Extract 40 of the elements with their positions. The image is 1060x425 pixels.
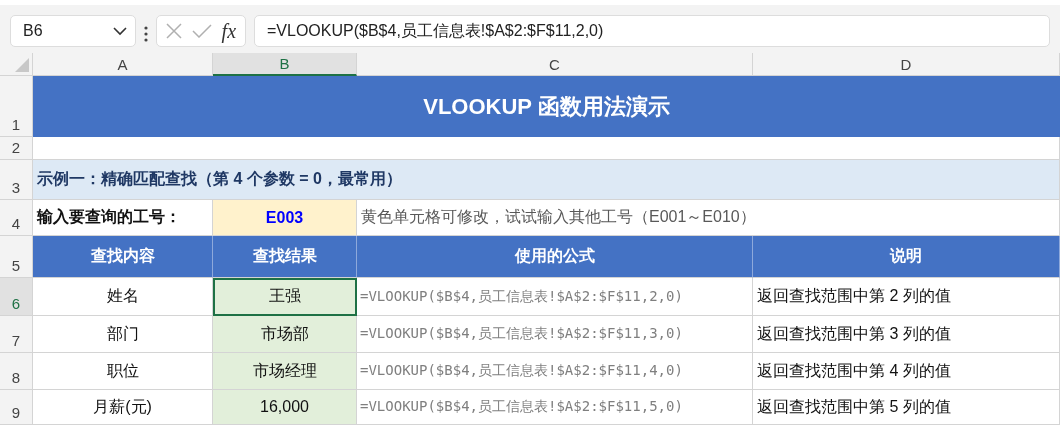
row-header[interactable]: 3	[0, 160, 33, 200]
table-cell: 返回查找范围中第 4 列的值	[753, 353, 1060, 390]
sheet-title: VLOOKUP 函数用法演示	[33, 76, 1060, 137]
column-header[interactable]: B	[213, 53, 357, 76]
cancel-icon[interactable]	[165, 23, 182, 39]
result-cell[interactable]: 王强	[213, 278, 357, 316]
result-cell[interactable]: 市场部	[213, 316, 357, 353]
table-cell: 返回查找范围中第 5 列的值	[753, 390, 1060, 425]
name-box[interactable]: B6	[10, 15, 136, 47]
formula-cell: =VLOOKUP($B$4,员工信息表!$A$2:$F$11,3,0)	[357, 316, 753, 353]
row-header[interactable]: 8	[0, 353, 33, 390]
more-options-icon[interactable]	[144, 26, 148, 42]
column-header[interactable]: A	[33, 53, 213, 76]
column-header[interactable]: D	[753, 53, 1060, 76]
column-header[interactable]: C	[357, 53, 753, 76]
table-cell: 返回查找范围中第 2 列的值	[753, 278, 1060, 316]
row-header[interactable]: 6	[0, 278, 33, 316]
table-header-cell: 说明	[753, 236, 1060, 278]
formula-cell: =VLOOKUP($B$4,员工信息表!$A$2:$F$11,2,0)	[357, 278, 753, 316]
row-header[interactable]: 1	[0, 76, 33, 137]
section-heading: 示例一：精确匹配查找（第 4 个参数 = 0，最常用）	[33, 160, 1060, 200]
table-header-cell: 查找结果	[213, 236, 357, 278]
chevron-down-icon	[113, 26, 127, 36]
checkmark-icon[interactable]	[191, 24, 212, 38]
table-header-cell: 查找内容	[33, 236, 213, 278]
row-header[interactable]: 5	[0, 236, 33, 278]
insert-function-button[interactable]: fx	[221, 19, 237, 43]
row-header[interactable]: 9	[0, 390, 33, 425]
table-header-cell: 使用的公式	[357, 236, 753, 278]
table-cell: 返回查找范围中第 3 列的值	[753, 316, 1060, 353]
formula-field[interactable]: =VLOOKUP($B$4,员工信息表!$A$2:$F$11,2,0)	[254, 15, 1050, 47]
row-header[interactable]: 2	[0, 137, 33, 160]
result-cell[interactable]: 市场经理	[213, 353, 357, 390]
select-all-icon[interactable]	[15, 58, 29, 72]
formula-cell: =VLOOKUP($B$4,员工信息表!$A$2:$F$11,4,0)	[357, 353, 753, 390]
result-cell[interactable]: 16,000	[213, 390, 357, 425]
row-header[interactable]: 7	[0, 316, 33, 353]
formula-cell: =VLOOKUP($B$4,员工信息表!$A$2:$F$11,5,0)	[357, 390, 753, 425]
employee-id-field[interactable]: E003	[213, 200, 357, 236]
row-header[interactable]: 4	[0, 200, 33, 236]
